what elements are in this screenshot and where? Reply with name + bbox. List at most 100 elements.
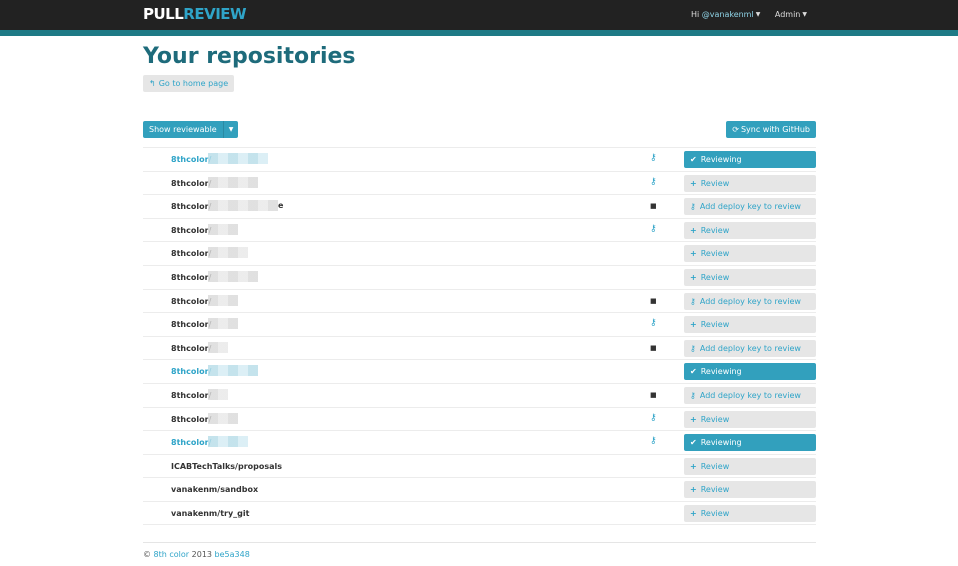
repo-name[interactable]: 8thcolor/: [171, 155, 211, 164]
key-icon: ⚷: [650, 412, 657, 423]
action-label: Reviewing: [700, 438, 742, 448]
repo-row: 8thcolor/e ■ ⚷ Add deploy key to review: [143, 194, 816, 218]
action-label: Add deploy key to review: [699, 202, 801, 212]
refresh-icon: ⟳: [732, 125, 739, 134]
reviewing-button[interactable]: ✔ Reviewing: [684, 363, 816, 381]
sync-github-label: Sync with GitHub: [740, 125, 810, 134]
repo-name: ICABTechTalks/proposals: [171, 461, 283, 471]
plus-icon: +: [690, 249, 697, 259]
reviewing-button[interactable]: ✔ Reviewing: [684, 434, 816, 452]
review-button[interactable]: + Review: [684, 316, 816, 334]
plus-icon: +: [690, 461, 697, 471]
review-button[interactable]: + Review: [684, 221, 816, 239]
action-label: Review: [700, 461, 730, 471]
redacted-repo-name: [207, 365, 258, 377]
company-link[interactable]: 8th color: [154, 550, 190, 559]
lock-icon: ■: [650, 296, 657, 305]
page-title: Your repositories: [143, 44, 356, 69]
review-button[interactable]: + Review: [684, 457, 816, 475]
top-navbar: PULLREVIEW Hi @vanakenml ▼ Admin ▼: [0, 0, 958, 30]
review-button[interactable]: + Review: [684, 504, 816, 522]
redacted-repo-name: [207, 341, 228, 353]
redacted-repo-name: [207, 153, 268, 164]
commit-link[interactable]: be5a348: [215, 550, 250, 559]
plus-icon: +: [690, 414, 697, 424]
username-text: @vanakenml: [701, 10, 754, 19]
user-menu[interactable]: Hi @vanakenml ▼: [691, 10, 760, 19]
add-deploy-key-button[interactable]: ⚷ Add deploy key to review: [684, 339, 816, 357]
check-icon: ✔: [690, 438, 697, 448]
action-label: Review: [700, 225, 730, 235]
redacted-block: [208, 223, 238, 235]
redacted-repo-name: [207, 176, 258, 188]
chevron-down-icon: ▼: [755, 11, 761, 18]
repo-name: 8thcolor/: [171, 272, 212, 282]
repo-name: vanakenm/try_git: [171, 508, 250, 518]
repo-name[interactable]: 8thcolor/: [171, 367, 211, 376]
key-icon: ⚷: [650, 436, 657, 447]
repo-name[interactable]: 8thcolor/: [171, 438, 211, 447]
plus-icon: +: [690, 272, 697, 282]
key-icon: ⚷: [650, 153, 657, 163]
redacted-repo-name: [207, 294, 238, 306]
review-button[interactable]: + Review: [684, 410, 816, 428]
review-button[interactable]: + Review: [684, 174, 816, 192]
admin-menu[interactable]: Admin ▼: [775, 10, 807, 19]
redacted-repo-name: [207, 270, 258, 282]
repo-name: 8thcolor/: [171, 343, 212, 353]
action-label: Add deploy key to review: [699, 390, 801, 400]
brand-pull: PULL: [143, 5, 184, 23]
footer: © 8th color 2013 be5a348: [143, 550, 250, 559]
action-label: Reviewing: [700, 155, 742, 164]
repo-name: 8thcolor/: [171, 178, 212, 188]
redacted-repo-name: [207, 223, 238, 235]
redacted-repo-name: [207, 388, 228, 400]
repo-row: 8thcolor/ + Review: [143, 241, 816, 265]
repo-name: 8thcolor/: [171, 414, 212, 424]
repo-name: 8thcolor/: [171, 296, 212, 306]
footer-year: 2013: [191, 550, 212, 559]
redacted-block: [208, 247, 248, 259]
go-home-label: Go to home page: [158, 79, 229, 88]
key-icon: ⚷: [690, 202, 696, 212]
repo-row: 8thcolor/ ⚷ + Review: [143, 170, 816, 195]
redacted-block: [208, 176, 258, 188]
repo-name: 8thcolor/: [171, 202, 212, 212]
redacted-block: [208, 318, 238, 330]
redacted-repo-name: [207, 318, 238, 330]
repository-list: 8thcolor/⚷ ✔ Reviewing 8thcolor/⚷ + Review 8th…: [143, 147, 816, 525]
brand-logo[interactable]: PULLREVIEW: [143, 5, 247, 23]
reviewing-button[interactable]: ✔ Reviewing: [684, 151, 816, 168]
repo-row: 8thcolor/ ⚷ + Review: [143, 406, 816, 431]
redacted-block: [208, 153, 268, 164]
lock-icon: ■: [650, 390, 657, 399]
add-deploy-key-button[interactable]: ⚷ Add deploy key to review: [684, 292, 816, 310]
repo-name: 8thcolor/: [171, 390, 212, 400]
repo-name: 8thcolor/: [171, 320, 212, 330]
navbar-right: Hi @vanakenml ▼ Admin ▼: [691, 10, 807, 19]
repo-row: vanakenm/sandbox + Review: [143, 477, 816, 501]
redacted-block: [208, 365, 258, 377]
chevron-down-icon[interactable]: ▼: [222, 121, 239, 138]
repo-row: 8thcolor/ ■ ⚷ Add deploy key to review: [143, 288, 816, 313]
sync-github-button[interactable]: ⟳ Sync with GitHub: [726, 121, 816, 138]
check-icon: ✔: [690, 367, 697, 377]
review-button[interactable]: + Review: [684, 481, 816, 499]
add-deploy-key-button[interactable]: ⚷ Add deploy key to review: [684, 386, 816, 404]
action-label: Add deploy key to review: [699, 296, 801, 306]
redacted-repo-name: [207, 247, 248, 259]
review-button[interactable]: + Review: [684, 245, 816, 263]
chevron-down-icon: ▼: [802, 11, 807, 18]
redacted-block: [208, 436, 248, 448]
repo-row: 8thcolor/ ⚷ + Review: [143, 312, 816, 336]
go-home-button[interactable]: ↰ Go to home page: [143, 75, 235, 92]
repo-row: 8thcolor/ ■ ⚷ Add deploy key to review: [143, 335, 816, 360]
show-reviewable-dropdown[interactable]: Show reviewable ▼: [143, 121, 239, 138]
review-button[interactable]: + Review: [684, 268, 816, 286]
key-icon: ⚷: [690, 296, 696, 306]
brand-review: REVIEW: [183, 5, 247, 23]
greeting-text: Hi: [690, 10, 700, 19]
action-label: Review: [700, 178, 730, 188]
redacted-repo-name: e: [207, 200, 283, 212]
add-deploy-key-button[interactable]: ⚷ Add deploy key to review: [684, 198, 816, 216]
